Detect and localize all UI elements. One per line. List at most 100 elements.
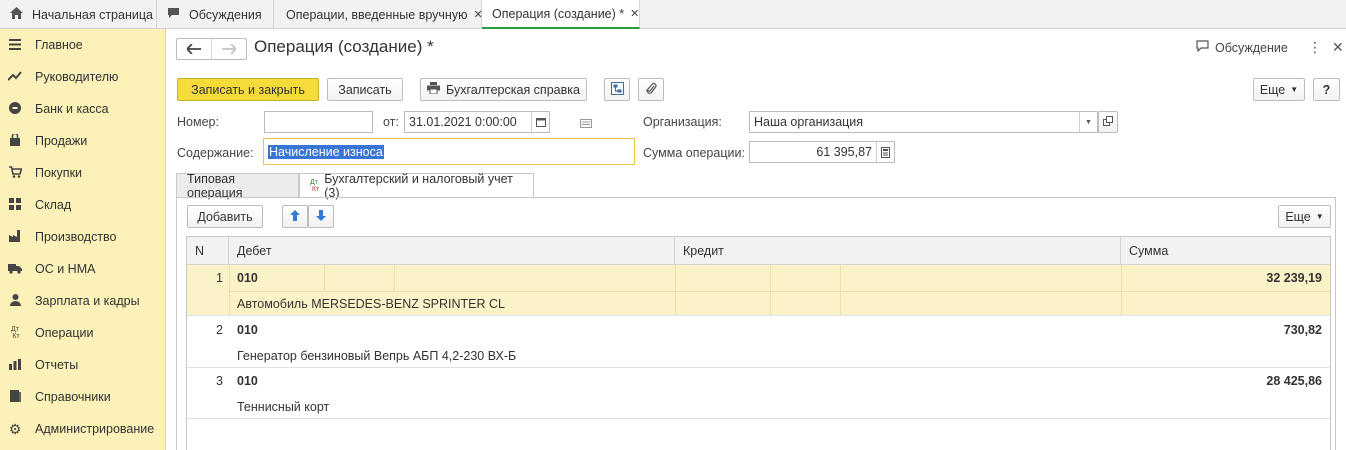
tab-label: Операция (создание) *	[492, 6, 625, 21]
truck-icon	[8, 263, 22, 276]
column-header-sum[interactable]: Сумма	[1121, 237, 1330, 265]
table-more-button[interactable]: Еще ▼	[1278, 205, 1331, 228]
sidebar-item-label: Администрирование	[35, 422, 155, 436]
accounting-reference-button[interactable]: Бухгалтерская справка	[420, 78, 587, 101]
printer-icon	[427, 82, 441, 97]
sidebar-item-admin[interactable]: ⚙ Администрирование	[0, 413, 166, 445]
structure-button[interactable]	[604, 78, 630, 101]
table-row[interactable]: 3 010 Теннисный корт 28 425,86	[187, 368, 1330, 419]
tab-typical-operation[interactable]: Типовая операция	[176, 171, 299, 200]
row-number: 3	[216, 374, 223, 388]
save-and-close-button[interactable]: Записать и закрыть	[177, 78, 319, 101]
entries-table: N Дебет Кредит Сумма 1 010 Автомобиль ME…	[186, 236, 1331, 450]
more-button[interactable]: Еще ▼	[1253, 78, 1305, 101]
discussion-label: Обсуждение	[1215, 40, 1288, 55]
sidebar-item-production[interactable]: Производство	[0, 221, 166, 253]
tab-discussions[interactable]: Обсуждения	[157, 0, 274, 29]
history-nav	[176, 38, 247, 60]
book-icon	[8, 390, 22, 404]
sidebar-item-main[interactable]: Главное	[0, 29, 166, 61]
move-down-button[interactable]	[308, 205, 334, 228]
organization-value: Наша организация	[754, 115, 864, 129]
column-header-debit[interactable]: Дебет	[229, 237, 675, 265]
date-picker-secondary-icon[interactable]	[580, 117, 592, 131]
help-button[interactable]: ?	[1313, 78, 1340, 101]
table-row[interactable]: 2 010 Генератор бензиновый Вепрь АБП 4,2…	[187, 317, 1330, 368]
sidebar-item-references[interactable]: Справочники	[0, 381, 166, 413]
content-field[interactable]: Начисление износа	[263, 138, 635, 165]
tab-manual-operations[interactable]: Операции, введенные вручную ✕	[274, 0, 483, 29]
menu-icon	[8, 38, 22, 52]
sidebar-item-label: Покупки	[35, 166, 83, 180]
chat-icon	[1196, 40, 1209, 55]
sidebar-item-reports[interactable]: Отчеты	[0, 349, 166, 381]
row-sum: 28 425,86	[1266, 374, 1322, 388]
dt-kt-icon: Дт Кт	[10, 326, 20, 340]
row-number: 1	[216, 271, 223, 285]
chat-icon	[165, 7, 181, 22]
column-header-n[interactable]: N	[187, 237, 229, 265]
number-field[interactable]	[264, 111, 373, 133]
sum-value: 61 395,87	[816, 145, 872, 159]
table-header: N Дебет Кредит Сумма	[187, 237, 1330, 265]
accounting-reference-label: Бухгалтерская справка	[446, 82, 580, 97]
cell-divider	[840, 265, 841, 315]
sum-field[interactable]: 61 395,87	[749, 141, 895, 163]
tab-home[interactable]: Начальная страница	[0, 0, 157, 29]
sidebar-item-operations[interactable]: Дт Кт Операции	[0, 317, 166, 349]
save-button[interactable]: Записать	[327, 78, 403, 101]
attach-file-button[interactable]	[638, 78, 664, 101]
date-field[interactable]: 31.01.2021 0:00:00	[404, 111, 550, 133]
sidebar-item-label: Зарплата и кадры	[35, 294, 140, 308]
column-header-credit[interactable]: Кредит	[675, 237, 1121, 265]
organization-field[interactable]: Наша организация ▼	[749, 111, 1098, 133]
forward-button[interactable]	[211, 39, 246, 59]
discussion-button[interactable]: Обсуждение	[1196, 40, 1288, 55]
dropdown-icon[interactable]: ▼	[1079, 112, 1097, 132]
sidebar-item-salary[interactable]: Зарплата и кадры	[0, 285, 166, 317]
table-row[interactable]: 1 010 Автомобиль MERSEDES-BENZ SPRINTER …	[187, 265, 1330, 316]
coin-icon	[8, 102, 22, 116]
bag-icon	[8, 132, 22, 148]
add-button[interactable]: Добавить	[187, 205, 263, 228]
sidebar-item-label: Справочники	[35, 390, 111, 404]
sidebar-item-label: Банк и касса	[35, 102, 109, 116]
sidebar: Главное Руководителю Банк и касса Продаж…	[0, 29, 166, 450]
row-sum: 730,82	[1283, 323, 1322, 337]
cell-divider	[229, 291, 1330, 292]
back-button[interactable]	[177, 39, 211, 59]
tab-operation-create[interactable]: Операция (создание) * ✕	[482, 0, 640, 29]
tab-label: Начальная страница	[32, 7, 153, 22]
sidebar-item-manager[interactable]: Руководителю	[0, 61, 166, 93]
sidebar-item-purchases[interactable]: Покупки	[0, 157, 166, 189]
cell-divider	[229, 265, 230, 315]
chevron-down-icon: ▼	[1315, 212, 1324, 221]
tab-accounting[interactable]: Дт Кт Бухгалтерский и налоговый учет (3)	[299, 172, 534, 200]
gear-icon: ⚙	[8, 421, 22, 437]
sidebar-item-label: Продажи	[35, 134, 88, 148]
sidebar-item-fixed-assets[interactable]: ОС и НМА	[0, 253, 166, 285]
date-value: 31.01.2021 0:00:00	[409, 115, 517, 129]
close-icon[interactable]: ✕	[1332, 39, 1344, 56]
dt-kt-icon: Дт Кт	[310, 179, 320, 193]
debit-account: 010	[237, 323, 258, 337]
open-organization-button[interactable]	[1098, 111, 1118, 133]
cell-divider	[675, 265, 676, 315]
sidebar-item-bank[interactable]: Банк и касса	[0, 93, 166, 125]
sidebar-item-warehouse[interactable]: Склад	[0, 189, 166, 221]
more-label: Еще	[1259, 82, 1286, 97]
move-up-button[interactable]	[282, 205, 308, 228]
calendar-icon[interactable]	[531, 112, 549, 132]
row-number: 2	[216, 323, 223, 337]
row-sum: 32 239,19	[1266, 271, 1322, 285]
window-tabs: Начальная страница Обсуждения Операции, …	[0, 0, 1346, 29]
content-value: Начисление износа	[268, 144, 384, 159]
warehouse-icon	[8, 198, 22, 212]
more-actions-icon[interactable]: ⋮	[1308, 39, 1322, 56]
bar-chart-icon	[8, 358, 22, 372]
tab-label: Типовая операция	[187, 171, 243, 200]
sidebar-item-sales[interactable]: Продажи	[0, 125, 166, 157]
home-icon	[8, 7, 24, 22]
calculator-icon[interactable]	[876, 142, 894, 162]
close-icon[interactable]: ✕	[630, 7, 639, 20]
